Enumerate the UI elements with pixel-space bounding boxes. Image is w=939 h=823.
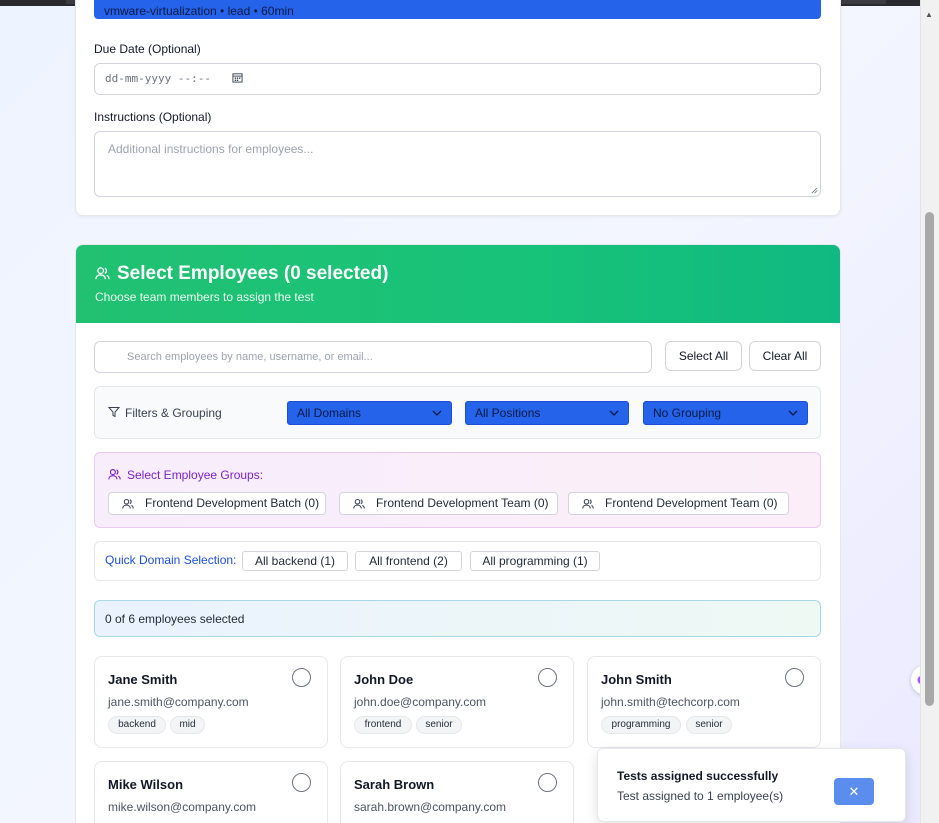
filters-label: Filters & Grouping xyxy=(125,406,222,420)
grouping-select-value: No Grouping xyxy=(653,406,722,420)
clear-all-button[interactable]: Clear All xyxy=(749,341,821,371)
chevron-down-icon xyxy=(609,410,619,416)
group-chip-label: Frontend Development Team (0) xyxy=(605,496,778,510)
toast-title: Tests assigned successfully xyxy=(617,769,779,783)
selection-count: 0 of 6 employees selected xyxy=(94,600,821,637)
users-icon xyxy=(108,469,121,480)
chevron-down-icon xyxy=(432,410,442,416)
filters-panel: Filters & Grouping All Domains All Posit… xyxy=(94,386,821,439)
instructions-placeholder: Additional instructions for employees... xyxy=(108,142,314,156)
domain-tag: backend xyxy=(108,716,166,734)
page-scrollbar[interactable]: ▲ xyxy=(920,0,939,823)
section-title: Select Employees (0 selected) xyxy=(117,263,389,284)
filter-icon xyxy=(108,407,120,418)
groups-title: Select Employee Groups: xyxy=(127,468,264,482)
employee-card[interactable]: John Doe john.doe@company.com frontend s… xyxy=(340,656,574,748)
employee-select-radio[interactable] xyxy=(538,773,557,792)
select-all-button[interactable]: Select All xyxy=(665,341,742,371)
domain-select[interactable]: All Domains xyxy=(287,401,452,425)
scroll-thumb[interactable] xyxy=(925,212,934,706)
due-date-label: Due Date (Optional) xyxy=(94,42,201,56)
employee-email: sarah.brown@company.com xyxy=(354,800,507,814)
employee-name: John Smith xyxy=(601,672,672,687)
due-date-placeholder: dd-mm-yyyy --:-- xyxy=(105,72,211,85)
employee-email: john.doe@company.com xyxy=(354,695,487,709)
users-icon xyxy=(122,498,134,509)
toast-close-button[interactable]: ✕ xyxy=(834,778,874,805)
instructions-label: Instructions (Optional) xyxy=(94,110,212,124)
employee-select-radio[interactable] xyxy=(538,668,557,687)
employee-name: Sarah Brown xyxy=(354,777,435,792)
select-employees-header: Select Employees (0 selected) Choose tea… xyxy=(76,245,840,323)
search-placeholder: Search employees by name, username, or e… xyxy=(127,351,373,363)
employee-groups-panel: Select Employee Groups: Frontend Develop… xyxy=(94,452,821,528)
domain-select-value: All Domains xyxy=(297,406,362,420)
employee-card[interactable]: Jane Smith jane.smith@company.com backen… xyxy=(94,656,328,748)
level-tag: senior xyxy=(686,716,732,734)
employee-search-input[interactable]: Search employees by name, username, or e… xyxy=(94,341,652,373)
employee-select-radio[interactable] xyxy=(785,668,804,687)
employee-name: Jane Smith xyxy=(108,672,178,687)
domain-tag: programming xyxy=(601,716,681,734)
domain-tag: frontend xyxy=(354,716,412,734)
quick-domain-backend[interactable]: All backend (1) xyxy=(242,551,348,571)
position-select[interactable]: All Positions xyxy=(465,401,629,425)
employee-card[interactable]: John Smith john.smith@techcorp.com progr… xyxy=(587,656,821,748)
calendar-icon[interactable] xyxy=(232,72,243,83)
employee-select-radio[interactable] xyxy=(292,773,311,792)
quick-domain-selection: Quick Domain Selection: All backend (1) … xyxy=(94,541,821,581)
employee-card[interactable]: Sarah Brown sarah.brown@company.com xyxy=(340,761,574,823)
employee-name: Mike Wilson xyxy=(108,777,184,792)
close-icon: ✕ xyxy=(848,784,860,799)
chevron-down-icon xyxy=(788,410,798,416)
group-chip-frontend-team-2[interactable]: Frontend Development Team (0) xyxy=(568,492,789,515)
quick-domain-label: Quick Domain Selection: xyxy=(105,553,237,567)
level-tag: senior xyxy=(416,716,462,734)
section-subtitle: Choose team members to assign the test xyxy=(95,290,314,304)
selected-test-banner: vmware-virtualization • lead • 60min xyxy=(94,0,821,19)
grouping-select[interactable]: No Grouping xyxy=(643,401,808,425)
group-chip-label: Frontend Development Batch (0) xyxy=(145,496,320,510)
due-date-input[interactable]: dd-mm-yyyy --:-- xyxy=(94,63,821,95)
employee-email: mike.wilson@company.com xyxy=(108,800,257,814)
employee-email: jane.smith@company.com xyxy=(108,695,249,709)
employee-email: john.smith@techcorp.com xyxy=(601,695,740,709)
users-icon xyxy=(353,498,365,509)
group-chip-label: Frontend Development Team (0) xyxy=(376,496,549,510)
users-icon xyxy=(95,267,110,280)
scroll-up-arrow-icon[interactable]: ▲ xyxy=(925,10,933,19)
toast-description: Test assigned to 1 employee(s) xyxy=(617,789,784,803)
group-chip-frontend-batch[interactable]: Frontend Development Batch (0) xyxy=(108,492,326,515)
users-icon xyxy=(582,498,594,509)
resize-grip-icon[interactable] xyxy=(811,187,818,194)
employee-select-radio[interactable] xyxy=(292,668,311,687)
position-select-value: All Positions xyxy=(475,406,541,420)
quick-domain-programming[interactable]: All programming (1) xyxy=(470,551,600,571)
employee-name: John Doe xyxy=(354,672,414,687)
success-toast: Tests assigned successfully Test assigne… xyxy=(597,748,906,822)
quick-domain-frontend[interactable]: All frontend (2) xyxy=(355,551,462,571)
employee-card[interactable]: Mike Wilson mike.wilson@company.com xyxy=(94,761,328,823)
level-tag: mid xyxy=(170,716,205,734)
group-chip-frontend-team[interactable]: Frontend Development Team (0) xyxy=(339,492,558,515)
instructions-textarea[interactable]: Additional instructions for employees... xyxy=(94,131,821,197)
